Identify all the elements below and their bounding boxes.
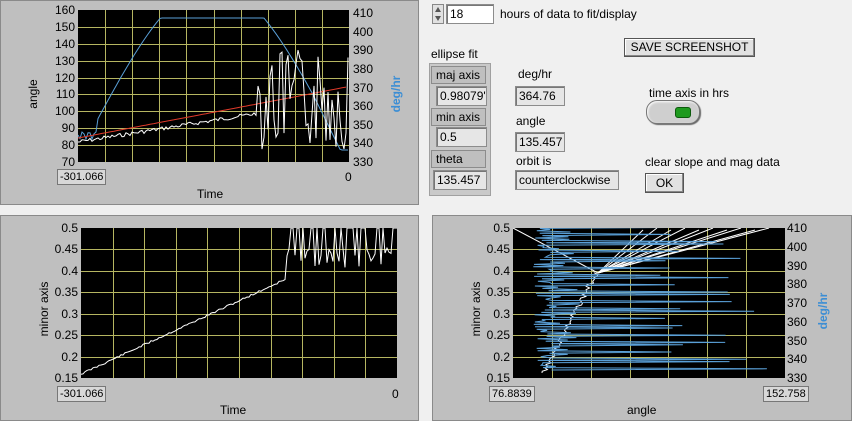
tick-label: 0.4 — [493, 263, 510, 278]
bottom-right-chart-panel: minor axis deg/hr 0.5 0.45 0.4 0.35 0.3 0.25 0… — [432, 215, 852, 421]
tick-label: 0.45 — [486, 242, 510, 257]
tick-label: 370 — [353, 80, 374, 95]
bottom-right-chart-xmin[interactable]: 76.8839 — [489, 386, 535, 402]
hours-spinner[interactable] — [432, 4, 444, 24]
theta-value: 135.457 — [433, 170, 487, 190]
save-screenshot-button[interactable]: SAVE SCREENSHOT — [624, 38, 755, 57]
bottom-left-chart-xmin[interactable]: -301.066 — [57, 386, 107, 402]
tick-label: 410 — [787, 221, 808, 235]
hours-input[interactable]: 18 — [446, 4, 494, 24]
deg-hr-label: deg/hr — [518, 67, 553, 81]
clear-ok-button[interactable]: OK — [645, 173, 684, 193]
toggle-led-icon — [675, 107, 691, 118]
tick-label: 0.45 — [54, 242, 78, 257]
tick-label: 0.15 — [486, 371, 510, 385]
tick-label: 400 — [353, 24, 374, 39]
bottom-left-chart-panel: minor axis 0.5 0.45 0.4 0.35 0.3 0.25 0.2 0.15 … — [0, 215, 419, 421]
tick-label: 100 — [54, 104, 75, 119]
tick-label: 130 — [54, 53, 75, 68]
spinner-down-icon[interactable] — [435, 16, 441, 21]
bottom-right-chart-xmax[interactable]: 152.758 — [763, 386, 809, 402]
top-chart-xmax: 0 — [345, 170, 352, 184]
bottom-right-chart-plot[interactable] — [513, 228, 785, 378]
tick-label: 0.5 — [61, 221, 78, 235]
bottom-left-chart-xlabel: Time — [220, 403, 247, 417]
top-chart-panel: angle deg/hr 160 150 140 130 120 110 100 90 80 70… — [0, 0, 419, 205]
tick-label: 350 — [353, 117, 374, 132]
tick-label: 400 — [787, 239, 808, 254]
top-chart-y2label: deg/hr — [389, 75, 403, 113]
tick-label: 390 — [787, 258, 808, 273]
tick-label: 350 — [787, 333, 808, 348]
spinner-up-icon[interactable] — [435, 7, 441, 12]
bottom-right-chart-xlabel: angle — [627, 403, 657, 417]
tick-label: 0.3 — [493, 306, 510, 321]
tick-label: 160 — [54, 3, 75, 17]
top-chart-xmin[interactable]: -301.066 — [57, 169, 107, 185]
tick-label: 110 — [55, 87, 75, 102]
time-axis-label: time axis in hrs — [649, 86, 730, 100]
tick-label: 150 — [54, 19, 75, 34]
angle-value: 135.457 — [515, 132, 565, 152]
clear-label: clear slope and mag data — [645, 155, 780, 169]
top-chart-ylabel: angle — [26, 79, 40, 109]
tick-label: 0.5 — [493, 221, 510, 235]
time-axis-toggle[interactable] — [646, 100, 700, 124]
angle-trace — [78, 49, 349, 150]
tick-label: 0.2 — [493, 349, 510, 364]
tick-label: 0.35 — [486, 285, 510, 300]
bottom-right-chart-y2label: deg/hr — [816, 292, 830, 330]
tick-label: 0.4 — [61, 263, 78, 278]
top-chart-plot[interactable] — [78, 10, 349, 162]
tick-label: 120 — [54, 70, 75, 85]
top-chart-xlabel: Time — [197, 187, 224, 201]
tick-label: 340 — [353, 136, 374, 151]
bottom-left-chart-ylabel: minor axis — [37, 281, 51, 337]
tick-label: 370 — [787, 296, 808, 310]
tick-label: 0.35 — [54, 285, 78, 300]
tick-label: 70 — [61, 155, 75, 169]
tick-label: 390 — [353, 43, 374, 58]
bottom-right-chart-ylabel: minor axis — [469, 281, 483, 337]
tick-label: 80 — [61, 138, 75, 153]
tick-label: 380 — [353, 61, 374, 76]
bottom-left-chart-plot[interactable] — [81, 228, 397, 378]
bottom-left-chart-xmax: 0 — [392, 387, 399, 401]
tick-label: 380 — [787, 277, 808, 292]
tick-label: 0.25 — [486, 328, 510, 343]
ellipse-fit-label: ellipse fit — [431, 47, 478, 61]
deg-hr-value: 364.76 — [515, 86, 565, 106]
theta-label: theta — [431, 150, 486, 168]
min-axis-label: min axis — [431, 108, 486, 126]
tick-label: 90 — [61, 121, 75, 136]
maj-axis-value: 0.98079' — [436, 86, 487, 106]
orbit-value: counterclockwise — [515, 170, 619, 190]
hours-label: hours of data to fit/display — [500, 7, 637, 21]
tick-label: 0.3 — [61, 306, 78, 321]
tick-label: 330 — [787, 371, 808, 385]
tick-label: 410 — [353, 6, 374, 20]
tick-label: 140 — [54, 36, 75, 51]
tick-label: 360 — [353, 99, 374, 114]
tick-label: 0.15 — [54, 371, 78, 385]
min-axis-value: 0.5 — [436, 127, 487, 147]
maj-axis-label: maj axis — [431, 66, 486, 84]
tick-label: 340 — [787, 352, 808, 367]
tick-label: 360 — [787, 314, 808, 329]
tick-label: 0.25 — [54, 328, 78, 343]
tick-label: 330 — [353, 155, 374, 169]
angle-label: angle — [516, 114, 546, 128]
orbit-label: orbit is — [516, 154, 552, 168]
tick-label: 0.2 — [61, 349, 78, 364]
